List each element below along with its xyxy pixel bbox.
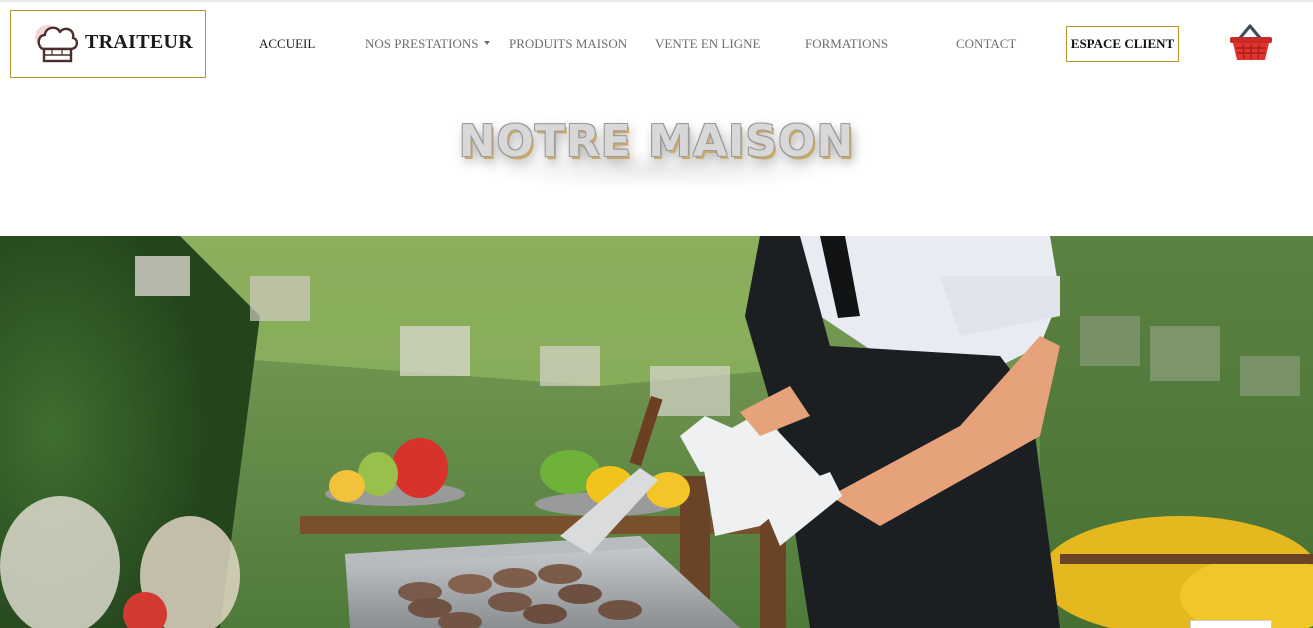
site-logo[interactable]: TRAITEUR [10,10,206,78]
nav-nos-prestations-label: NOS PRESTATIONS [365,36,479,51]
nav-formations[interactable]: FORMATIONS [805,36,888,52]
nav-produits-maison[interactable]: PRODUITS MAISON [509,36,627,52]
top-border [0,0,1313,2]
shopping-basket-icon[interactable] [1228,22,1274,64]
nav-nos-prestations[interactable]: NOS PRESTATIONS [365,36,491,52]
nav-contact[interactable]: CONTACT [956,36,1016,52]
chevron-down-icon [484,41,491,46]
nav-accueil[interactable]: ACCUEIL [259,36,315,52]
nav-vente-en-ligne[interactable]: VENTE EN LIGNE [655,36,760,52]
espace-client-button[interactable]: ESPACE CLIENT [1066,26,1179,62]
cookie-badge[interactable] [1190,620,1272,628]
page-title: NOTRE MAISON [458,116,855,167]
chef-hat-icon [35,25,79,63]
hero-photo [0,236,1313,628]
hero-image [0,236,1313,628]
brand-name: TRAITEUR [85,31,193,53]
